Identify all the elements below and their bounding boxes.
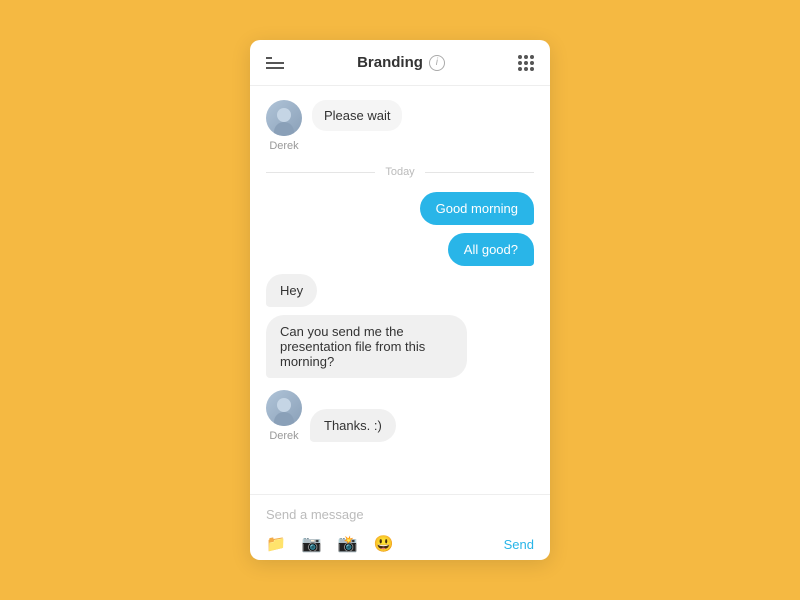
info-icon[interactable]: i [429,55,445,71]
toolbar: 📁 📷 📸 😃 Send [266,530,534,554]
derek-label-bottom: Derek [269,430,298,442]
header: Branding i [250,40,550,86]
message-row: Can you send me the presentation file fr… [266,315,534,378]
sent-bubble: All good? [448,233,534,266]
send-button[interactable]: Send [504,537,534,552]
emoji-icon[interactable]: 😃 [374,534,394,554]
received-bubble: Can you send me the presentation file fr… [266,315,467,378]
message-input[interactable] [266,505,534,530]
divider-line-left [266,172,375,173]
date-label: Today [375,166,424,178]
message-row: Good morning [266,192,534,225]
header-title-area: Branding i [357,54,445,71]
received-bubble: Hey [266,274,317,307]
derek-message-row: Derek Thanks. :) [266,386,534,442]
derek-avatar-col: Derek [266,100,302,152]
header-title: Branding [357,54,423,71]
message-row: Hey [266,274,534,307]
status-bubble: Please wait [312,100,402,131]
menu-icon[interactable] [266,57,284,69]
folder-icon[interactable]: 📁 [266,534,286,554]
grid-icon[interactable] [518,55,534,71]
status-row: Derek Please wait [250,86,550,160]
image-icon[interactable]: 📷 [302,534,322,554]
messages-area: Good morning All good? Hey Can you send … [250,184,550,494]
derek-avatar-top [266,100,302,136]
toolbar-icons: 📁 📷 📸 😃 [266,534,394,554]
message-row: All good? [266,233,534,266]
date-divider: Today [250,160,550,184]
camera-icon[interactable]: 📸 [338,534,358,554]
derek-avatar-col-bottom: Derek [266,390,302,442]
received-bubble-derek: Thanks. :) [310,409,396,442]
derek-avatar-bottom [266,390,302,426]
input-area: 📁 📷 📸 😃 Send [250,494,550,560]
divider-line-right [425,172,534,173]
sent-bubble: Good morning [420,192,534,225]
chat-container: Branding i Derek Please wait Today Good … [250,40,550,560]
derek-label-top: Derek [269,140,298,152]
